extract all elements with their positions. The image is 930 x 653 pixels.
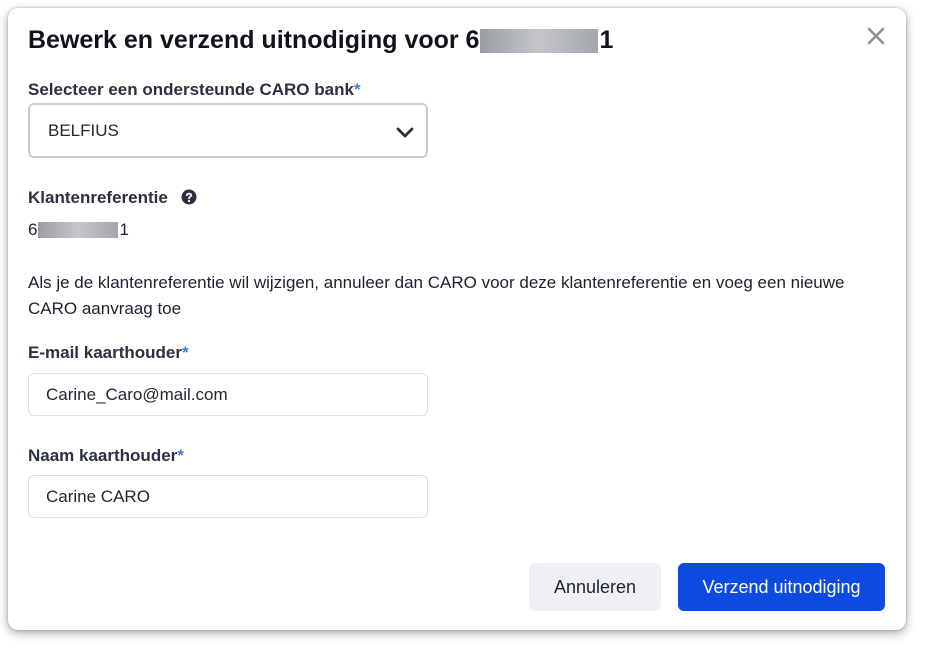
email-label: E-mail kaarthouder* (28, 343, 189, 363)
reference-value-prefix: 6 (28, 220, 38, 239)
dialog-title-suffix: 1 (599, 26, 614, 54)
required-mark: * (177, 446, 184, 465)
email-field[interactable] (28, 373, 428, 416)
question-circle-icon[interactable] (181, 189, 197, 205)
cancel-button[interactable]: Annuleren (529, 563, 661, 611)
reference-value-suffix: 1 (119, 220, 129, 239)
bank-select-value: BELFIUS (48, 121, 119, 140)
close-icon[interactable] (864, 24, 888, 48)
name-label: Naam kaarthouder* (28, 446, 184, 466)
dialog-title-prefix: Bewerk en verzend uitnodiging voor 6 (28, 26, 480, 54)
bank-select[interactable]: BELFIUS (28, 103, 428, 158)
reference-label-text: Klantenreferentie (28, 188, 168, 207)
name-field[interactable] (28, 475, 428, 518)
invitation-dialog: Bewerk en verzend uitnodiging voor 6 1 S… (8, 8, 906, 630)
info-text: Als je de klantenreferentie wil wijzigen… (28, 273, 845, 318)
reference-label: Klantenreferentie (28, 188, 197, 208)
chevron-down-icon (396, 127, 414, 138)
redacted-block (480, 28, 599, 53)
name-label-text: Naam kaarthouder (28, 446, 178, 465)
email-label-text: E-mail kaarthouder (28, 343, 182, 362)
bank-label: Selecteer een ondersteunde CARO bank* (28, 80, 361, 100)
dialog-title: Bewerk en verzend uitnodiging voor 6 1 (28, 26, 613, 55)
required-mark: * (353, 80, 361, 99)
required-mark: * (182, 343, 189, 362)
redacted-block (38, 222, 119, 238)
bank-label-text: Selecteer een ondersteunde CARO bank (28, 80, 354, 99)
reference-value: 6 1 (28, 220, 129, 240)
send-invitation-button[interactable]: Verzend uitnodiging (678, 563, 885, 611)
